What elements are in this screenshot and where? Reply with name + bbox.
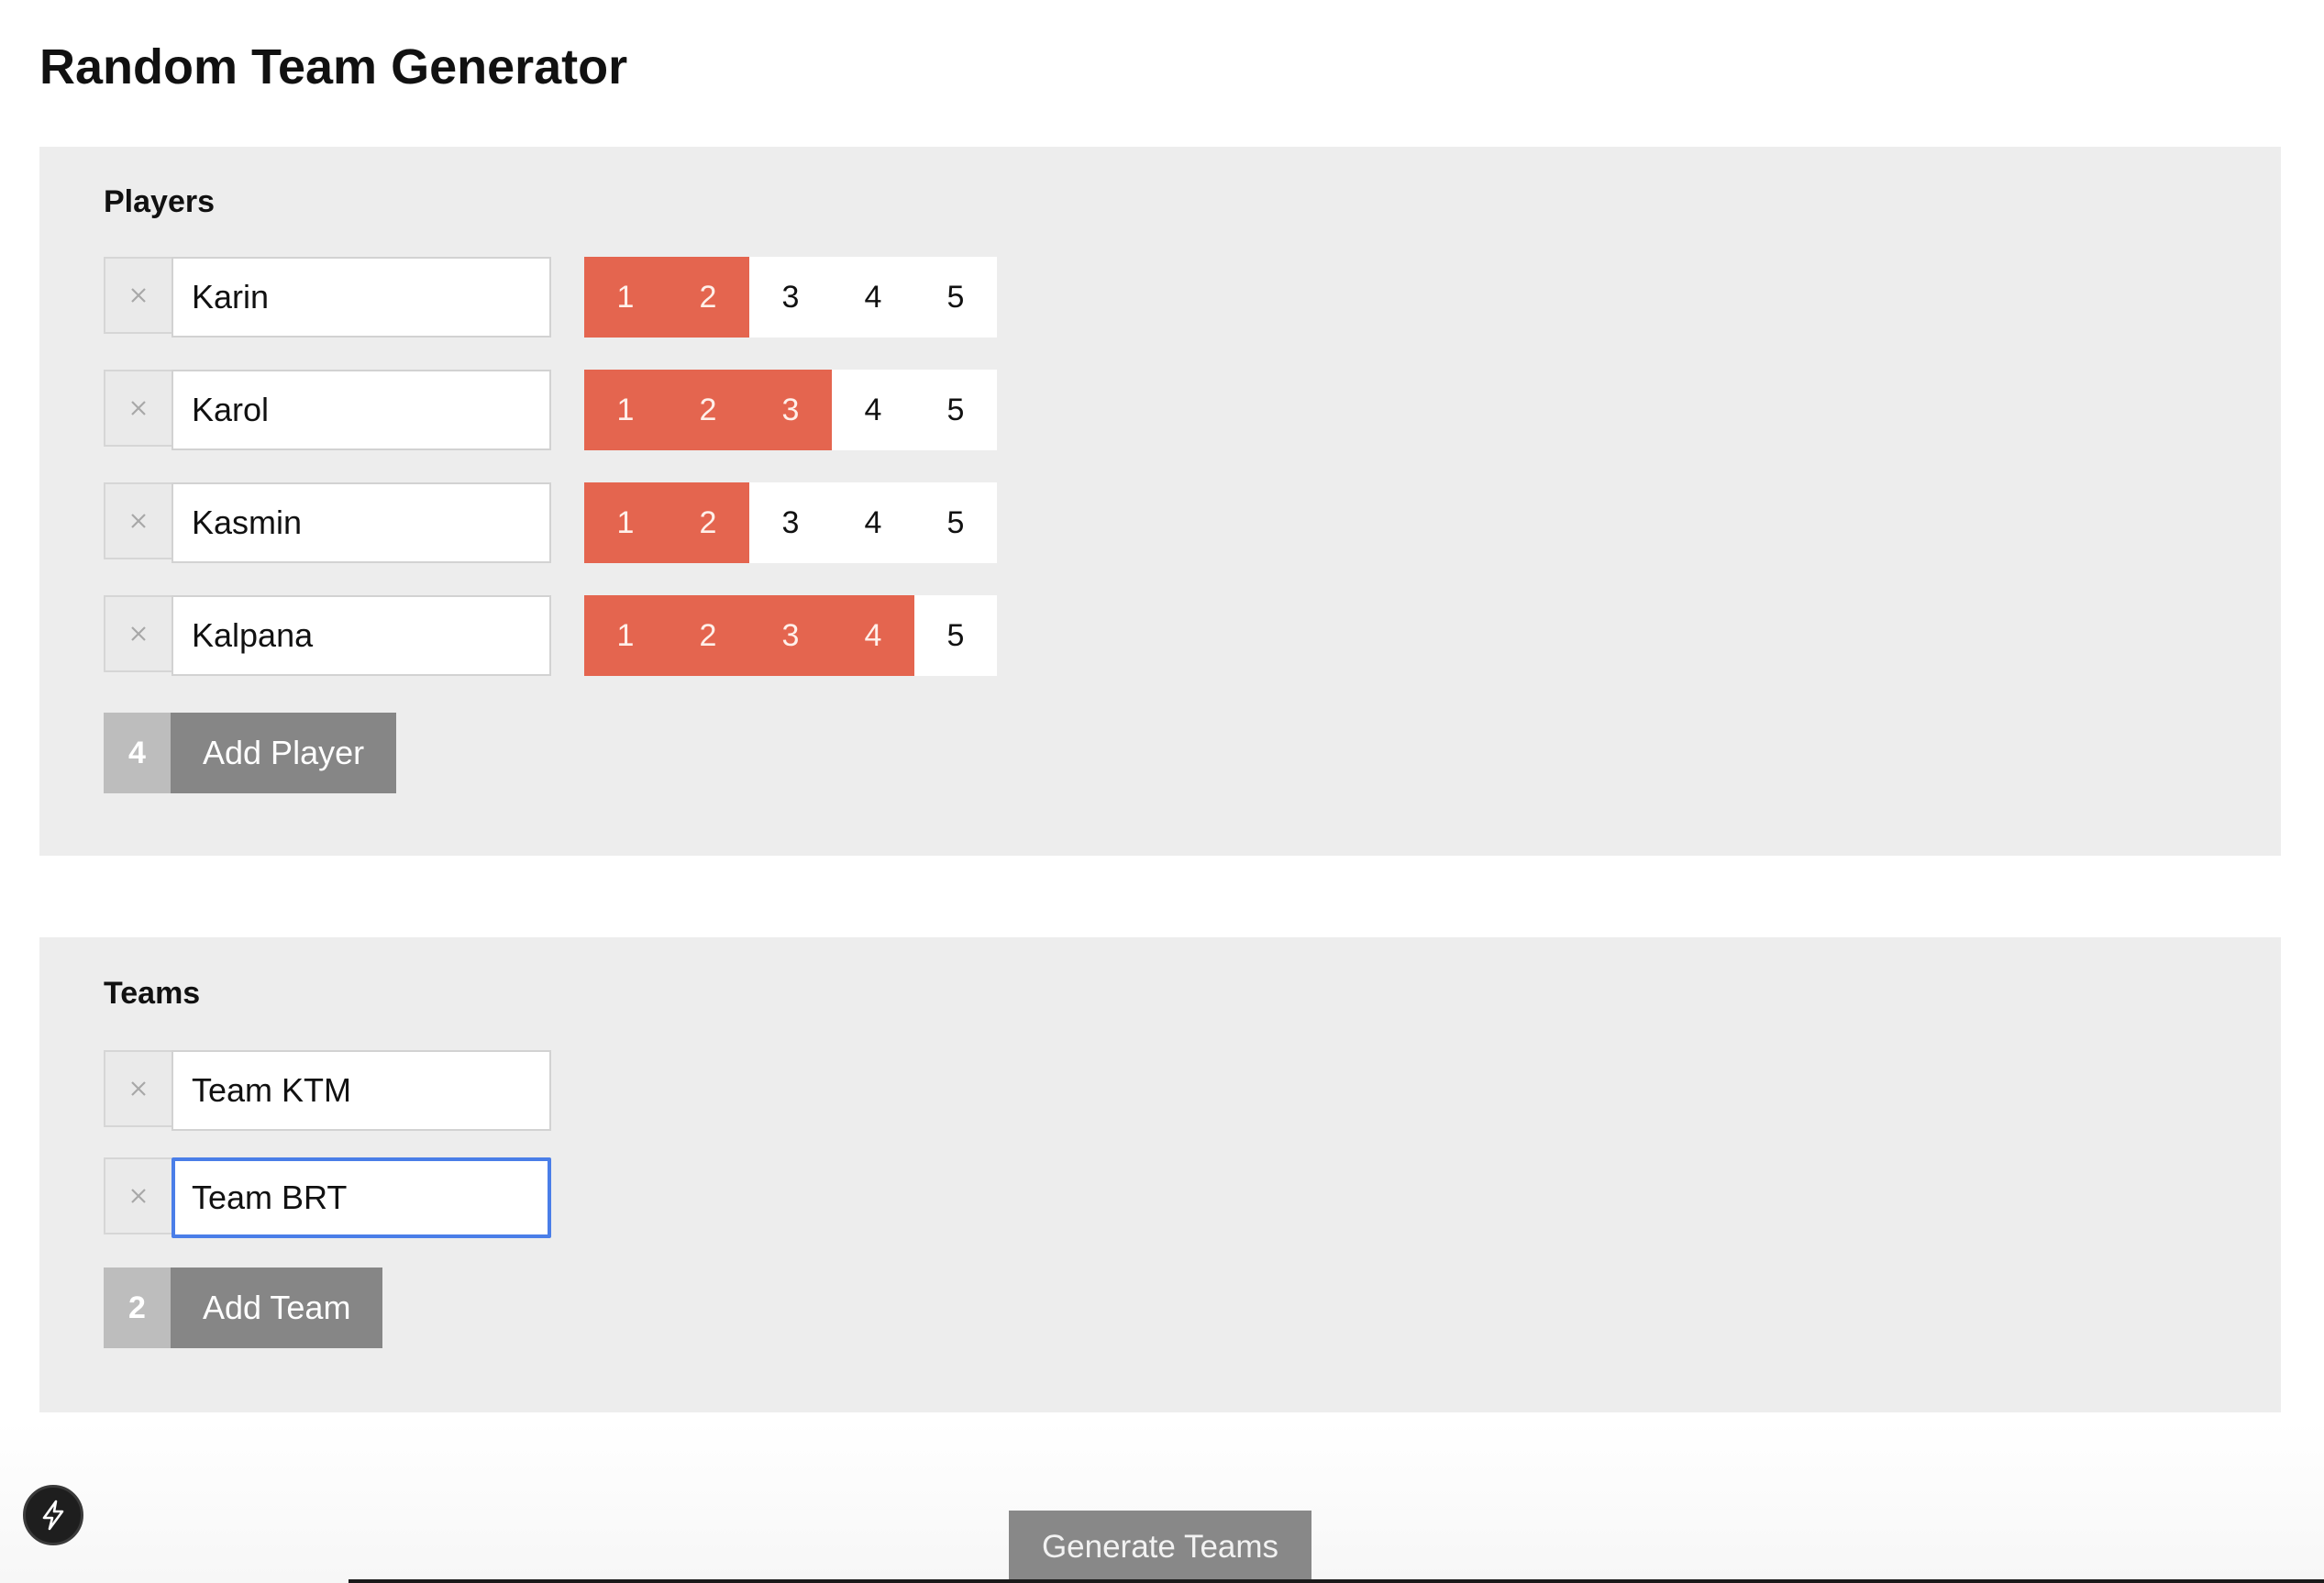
player-name-input[interactable] — [172, 370, 551, 450]
rating-option-4[interactable]: 4 — [832, 595, 914, 676]
remove-player-button[interactable] — [104, 595, 172, 672]
teams-heading: Teams — [104, 976, 201, 1011]
rating-option-5[interactable]: 5 — [914, 370, 997, 450]
close-icon — [131, 288, 146, 303]
lightning-bolt-icon — [42, 1500, 64, 1531]
close-icon — [131, 401, 146, 415]
close-icon — [131, 626, 146, 641]
rating-option-5[interactable]: 5 — [914, 482, 997, 563]
player-row: 1 2 3 4 5 — [104, 482, 997, 563]
rating-option-5[interactable]: 5 — [914, 595, 997, 676]
team-row — [104, 1050, 551, 1131]
page-title: Random Team Generator — [39, 39, 628, 94]
team-name-input[interactable] — [172, 1157, 551, 1238]
skill-rating: 1 2 3 4 5 — [584, 257, 997, 338]
team-count-badge: 2 — [104, 1268, 171, 1348]
remove-team-button[interactable] — [104, 1050, 172, 1127]
rating-option-1[interactable]: 1 — [584, 482, 667, 563]
remove-player-button[interactable] — [104, 370, 172, 447]
skill-rating: 1 2 3 4 5 — [584, 482, 997, 563]
remove-team-button[interactable] — [104, 1157, 172, 1234]
rating-option-3[interactable]: 3 — [749, 595, 832, 676]
rating-option-1[interactable]: 1 — [584, 370, 667, 450]
rating-option-3[interactable]: 3 — [749, 257, 832, 338]
skill-rating: 1 2 3 4 5 — [584, 595, 997, 676]
team-row — [104, 1157, 551, 1238]
rating-option-4[interactable]: 4 — [832, 370, 914, 450]
add-player-button[interactable]: 4 Add Player — [104, 713, 397, 793]
add-team-button[interactable]: 2 Add Team — [104, 1268, 383, 1348]
team-name-input[interactable] — [172, 1050, 551, 1131]
add-team-label: Add Team — [171, 1268, 383, 1348]
close-icon — [131, 1189, 146, 1203]
add-player-label: Add Player — [171, 713, 397, 793]
rating-option-2[interactable]: 2 — [667, 595, 749, 676]
player-row: 1 2 3 4 5 — [104, 257, 997, 338]
rating-option-1[interactable]: 1 — [584, 257, 667, 338]
player-row: 1 2 3 4 5 — [104, 595, 997, 676]
players-heading: Players — [104, 184, 215, 219]
bottom-edge — [349, 1579, 2324, 1583]
player-row: 1 2 3 4 5 — [104, 370, 997, 450]
rating-option-2[interactable]: 2 — [667, 482, 749, 563]
rating-option-2[interactable]: 2 — [667, 370, 749, 450]
player-name-input[interactable] — [172, 595, 551, 676]
rating-option-2[interactable]: 2 — [667, 257, 749, 338]
remove-player-button[interactable] — [104, 257, 172, 334]
close-icon — [131, 514, 146, 528]
close-icon — [131, 1081, 146, 1096]
lightning-bolt-button[interactable] — [23, 1485, 83, 1545]
player-name-input[interactable] — [172, 257, 551, 338]
rating-option-4[interactable]: 4 — [832, 482, 914, 563]
rating-option-3[interactable]: 3 — [749, 482, 832, 563]
generate-teams-button[interactable]: Generate Teams — [1009, 1511, 1311, 1583]
remove-player-button[interactable] — [104, 482, 172, 559]
rating-option-1[interactable]: 1 — [584, 595, 667, 676]
players-panel: Players 1 2 3 4 5 1 2 3 4 5 — [39, 147, 2281, 856]
player-name-input[interactable] — [172, 482, 551, 563]
rating-option-5[interactable]: 5 — [914, 257, 997, 338]
rating-option-3[interactable]: 3 — [749, 370, 832, 450]
player-count-badge: 4 — [104, 713, 171, 793]
teams-panel: Teams 2 Add Team — [39, 937, 2281, 1412]
skill-rating: 1 2 3 4 5 — [584, 370, 997, 450]
rating-option-4[interactable]: 4 — [832, 257, 914, 338]
